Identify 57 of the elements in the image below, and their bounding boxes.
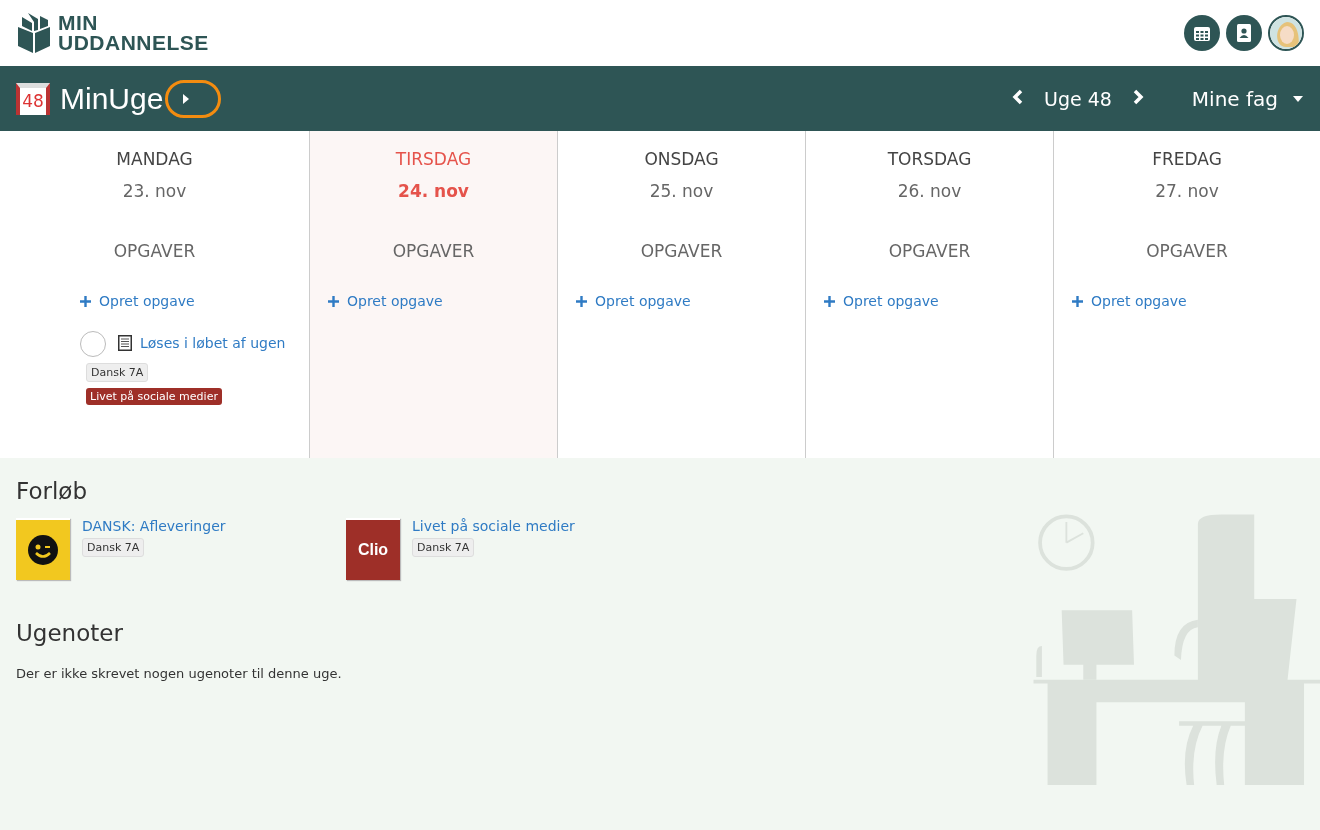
class-tag: Dansk 7A: [412, 538, 475, 557]
calendar-badge: 48: [16, 82, 50, 115]
section-heading: Forløb: [16, 478, 88, 504]
day-name: TIRSDAG: [395, 149, 472, 169]
document-icon: [118, 335, 132, 351]
chevron-left-icon: [1011, 89, 1024, 105]
logo-text: UDDANNELSE: [58, 33, 209, 53]
winking-smiley-icon: [28, 535, 58, 565]
create-task-link[interactable]: Opret opgave: [1072, 293, 1187, 309]
logo-text: MIN: [58, 13, 99, 33]
subjects-dropdown[interactable]: Mine fag: [1191, 86, 1304, 111]
course-link[interactable]: DANSK: Afleveringer: [82, 518, 226, 534]
avatar[interactable]: [1268, 15, 1304, 51]
page-title: MinUge: [60, 81, 164, 116]
day-date: 27. nov: [1155, 181, 1219, 201]
week-label: Uge 48: [1043, 87, 1112, 110]
plus-icon: [328, 295, 339, 307]
day-date: 25. nov: [649, 181, 714, 201]
contacts-button[interactable]: [1226, 15, 1262, 51]
course-tag: Livet på sociale medier: [86, 388, 222, 405]
course-cover[interactable]: [16, 518, 70, 580]
chevron-right-icon: [1131, 89, 1144, 105]
day-name: TORSDAG: [887, 149, 972, 169]
book-logo-icon: [16, 13, 52, 53]
section-heading: OPGAVER: [113, 241, 196, 261]
calendar-button[interactable]: [1184, 15, 1220, 51]
task-link[interactable]: Løses i løbet af ugen: [140, 335, 286, 351]
plus-icon: [824, 295, 835, 307]
plus-icon: [80, 295, 91, 307]
section-heading: Ugenoter: [16, 620, 124, 646]
notes-text: Der er ikke skrevet nogen ugenoter til denne uge.: [16, 666, 343, 681]
class-tag: Dansk 7A: [86, 363, 149, 382]
day-name: MANDAG: [116, 149, 193, 169]
class-tag: Dansk 7A: [82, 538, 145, 557]
plus-icon: [576, 295, 587, 307]
create-task-link[interactable]: Opret opgave: [824, 293, 939, 309]
plus-icon: [1072, 295, 1083, 307]
section-heading: OPGAVER: [640, 241, 723, 261]
play-arrow-icon: [182, 92, 191, 105]
create-task-link[interactable]: Opret opgave: [328, 293, 443, 309]
day-name: FREDAG: [1152, 149, 1222, 169]
contact-book-icon: [1236, 24, 1252, 42]
course-cover[interactable]: Clio: [346, 518, 400, 580]
expand-button[interactable]: [165, 79, 222, 118]
day-date: 23. nov: [122, 181, 187, 201]
cover-logo-text: Clio: [357, 541, 389, 559]
create-task-link[interactable]: Opret opgave: [576, 293, 691, 309]
create-task-link[interactable]: Opret opgave: [80, 293, 195, 309]
calendar-grid-icon: [1193, 24, 1211, 42]
day-date: 26. nov: [897, 181, 962, 201]
day-date: 24. nov: [398, 181, 469, 201]
course-link[interactable]: Livet på sociale medier: [412, 518, 575, 534]
caret-icon: [1292, 94, 1304, 103]
section-heading: OPGAVER: [888, 241, 971, 261]
day-name: ONSDAG: [644, 149, 719, 169]
section-heading: OPGAVER: [392, 241, 475, 261]
section-heading: OPGAVER: [1146, 241, 1228, 261]
